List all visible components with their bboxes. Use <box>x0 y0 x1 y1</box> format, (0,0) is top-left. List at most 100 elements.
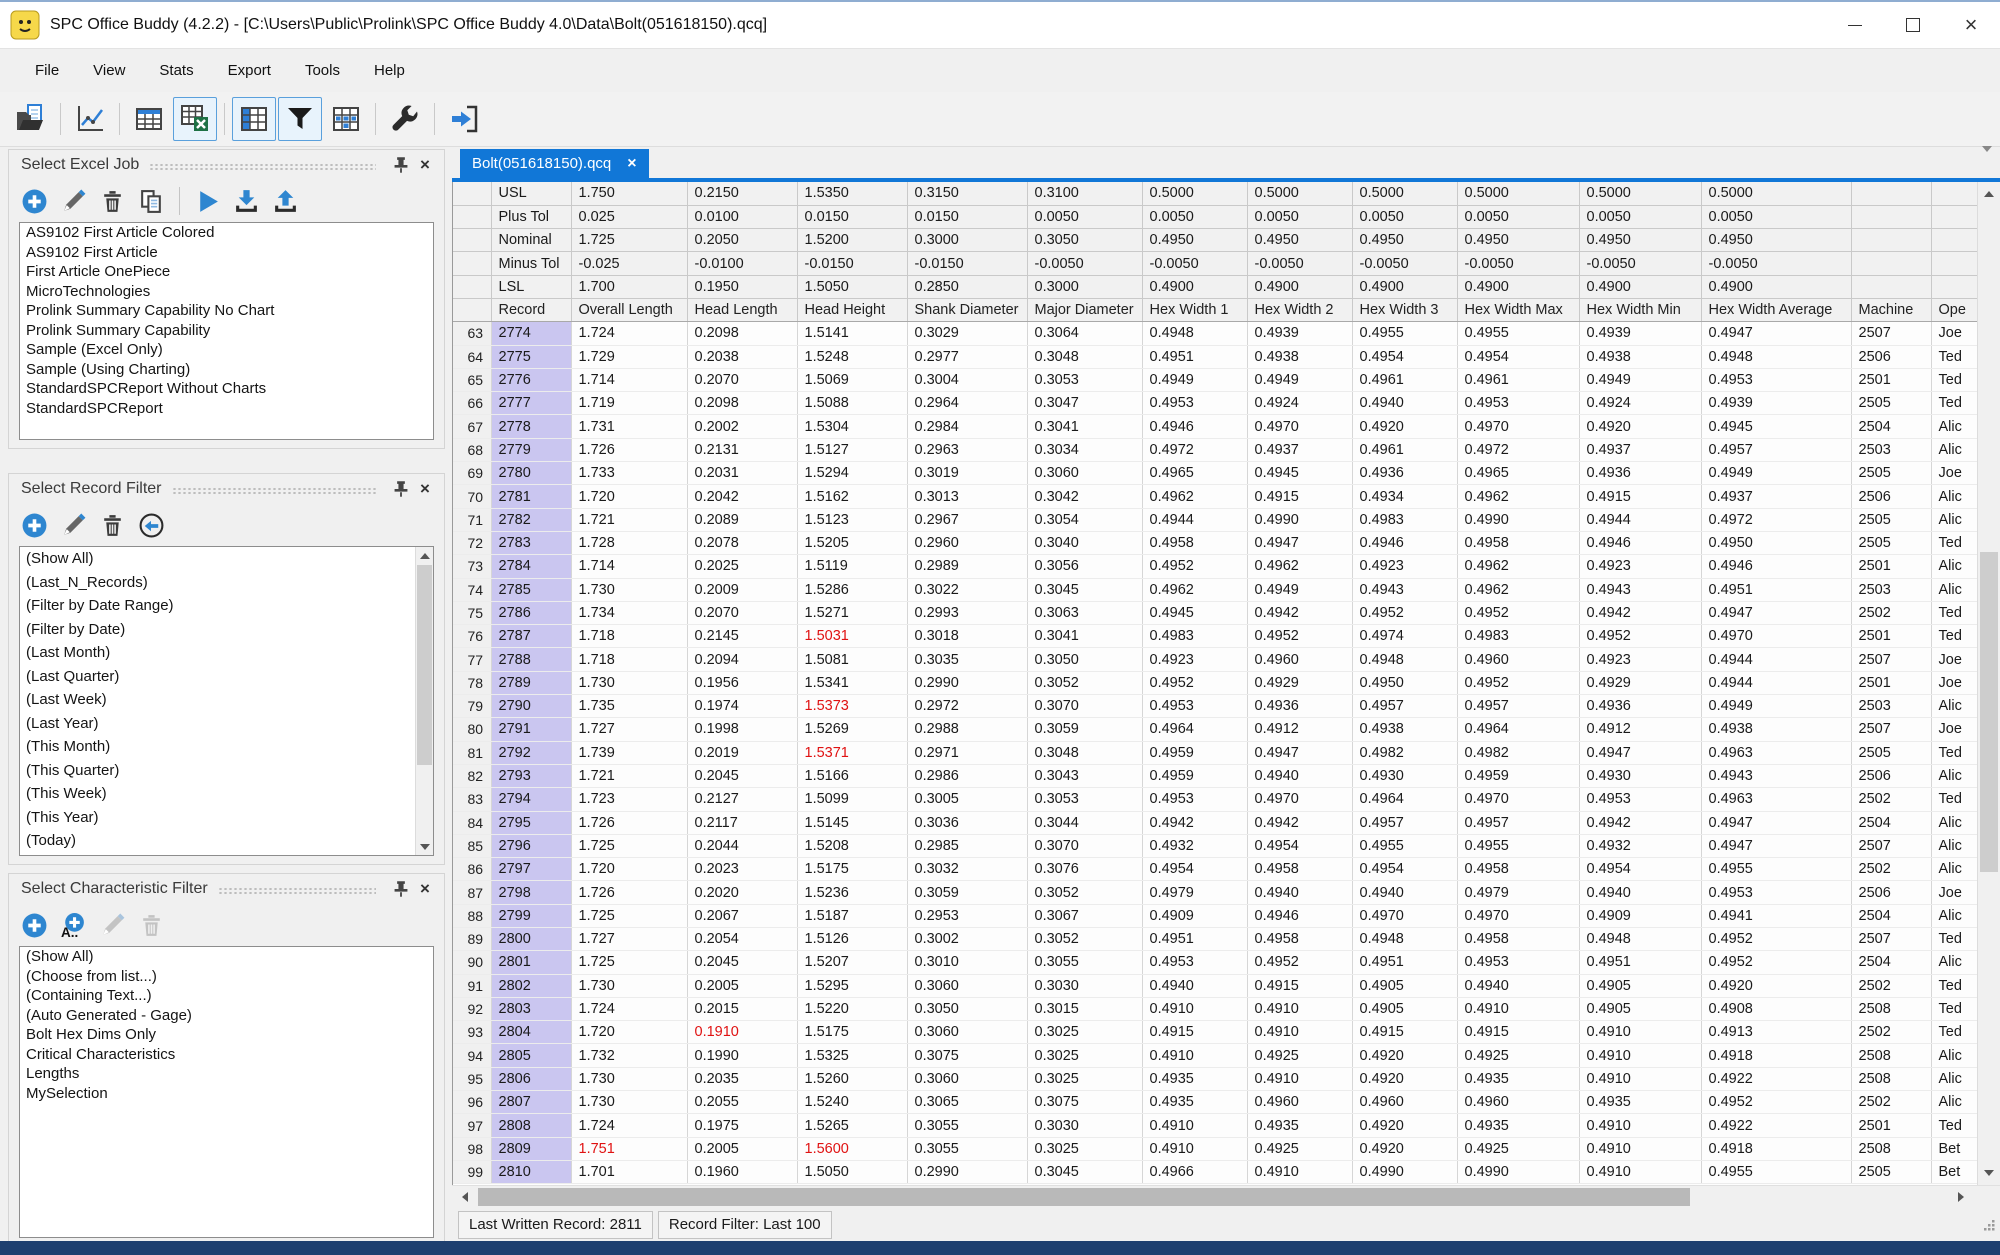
data-cell[interactable]: 0.4940 <box>1247 764 1352 787</box>
data-cell[interactable]: 0.3025 <box>1027 1067 1142 1090</box>
data-cell[interactable]: 0.4990 <box>1457 508 1579 531</box>
data-cell[interactable]: 1.739 <box>571 741 687 764</box>
column-header[interactable]: Hex Width Max <box>1457 298 1579 321</box>
data-cell[interactable]: 0.4935 <box>1579 1091 1701 1114</box>
data-cell[interactable]: 0.2070 <box>687 368 797 391</box>
record-cell[interactable]: 2780 <box>491 462 571 485</box>
data-cell[interactable]: 0.4965 <box>1457 462 1579 485</box>
record-cell[interactable]: 2792 <box>491 741 571 764</box>
record-cell[interactable]: 2801 <box>491 951 571 974</box>
list-item[interactable]: Prolink Summary Capability No Chart <box>20 301 433 321</box>
data-cell[interactable]: 2506 <box>1851 764 1931 787</box>
data-cell[interactable]: 0.4915 <box>1142 1021 1247 1044</box>
data-cell[interactable]: 0.4939 <box>1247 322 1352 345</box>
data-cell[interactable]: 0.2127 <box>687 788 797 811</box>
spec-value[interactable]: 0.2850 <box>907 275 1027 298</box>
data-cell[interactable]: 0.4929 <box>1579 671 1701 694</box>
data-cell[interactable]: 0.4962 <box>1457 485 1579 508</box>
data-cell[interactable]: 0.4960 <box>1352 1091 1457 1114</box>
data-cell[interactable]: 0.4952 <box>1247 625 1352 648</box>
data-cell[interactable]: 0.3042 <box>1027 485 1142 508</box>
list-item[interactable]: Bolt Hex Dims Only <box>20 1025 433 1045</box>
record-cell[interactable]: 2774 <box>491 322 571 345</box>
data-cell[interactable]: 0.4970 <box>1247 788 1352 811</box>
data-cell[interactable]: Alic <box>1931 578 1977 601</box>
list-item[interactable]: (Containing Text...) <box>20 986 433 1006</box>
data-cell[interactable]: 0.4905 <box>1579 974 1701 997</box>
column-header[interactable]: Hex Width 1 <box>1142 298 1247 321</box>
list-item[interactable]: (Last_N_Records) <box>20 571 433 595</box>
list-item[interactable]: StandardSPCReport Without Charts <box>20 379 433 399</box>
data-cell[interactable]: 0.4952 <box>1701 1091 1851 1114</box>
scrollbar-thumb[interactable] <box>1980 552 1998 872</box>
data-cell[interactable]: 0.4944 <box>1701 648 1851 671</box>
data-cell[interactable]: 1.5294 <box>797 462 907 485</box>
data-cell[interactable]: 0.4925 <box>1457 1137 1579 1160</box>
data-cell[interactable]: 0.2977 <box>907 345 1027 368</box>
data-cell[interactable]: 1.701 <box>571 1160 687 1183</box>
column-header[interactable]: Hex Width 3 <box>1352 298 1457 321</box>
data-cell[interactable]: 0.2070 <box>687 601 797 624</box>
data-cell[interactable]: 0.4990 <box>1247 508 1352 531</box>
data-cell[interactable]: 0.2963 <box>907 438 1027 461</box>
data-cell[interactable]: 0.4970 <box>1457 415 1579 438</box>
data-cell[interactable]: 1.725 <box>571 834 687 857</box>
column-header[interactable]: Overall Length <box>571 298 687 321</box>
resize-grip-icon[interactable] <box>1982 1218 1996 1237</box>
data-cell[interactable]: 0.4924 <box>1247 392 1352 415</box>
document-tab[interactable]: Bolt(051618150).qcq × <box>460 149 649 178</box>
data-cell[interactable]: 0.3022 <box>907 578 1027 601</box>
record-cell[interactable]: 2804 <box>491 1021 571 1044</box>
data-cell[interactable]: 0.4970 <box>1457 904 1579 927</box>
data-cell[interactable]: 0.3052 <box>1027 928 1142 951</box>
data-cell[interactable]: 0.4955 <box>1352 834 1457 857</box>
data-cell[interactable]: 0.2009 <box>687 578 797 601</box>
data-cell[interactable]: Alic <box>1931 695 1977 718</box>
data-cell[interactable]: 0.4952 <box>1457 671 1579 694</box>
data-cell[interactable]: 0.3063 <box>1027 601 1142 624</box>
data-cell[interactable]: 1.730 <box>571 1067 687 1090</box>
data-cell[interactable]: 2506 <box>1851 485 1931 508</box>
data-cell[interactable]: 0.4935 <box>1142 1091 1247 1114</box>
data-cell[interactable]: 1.5207 <box>797 951 907 974</box>
data-cell[interactable]: 0.2031 <box>687 462 797 485</box>
data-cell[interactable]: Bet <box>1931 1160 1977 1183</box>
add-job-button[interactable] <box>21 188 48 215</box>
data-cell[interactable]: 2507 <box>1851 928 1931 951</box>
data-cell[interactable]: 0.4953 <box>1142 788 1247 811</box>
data-cell[interactable]: Alic <box>1931 415 1977 438</box>
data-cell[interactable]: 0.3030 <box>1027 974 1142 997</box>
data-cell[interactable]: 0.4922 <box>1701 1067 1851 1090</box>
data-cell[interactable]: 0.4948 <box>1701 345 1851 368</box>
data-cell[interactable]: 1.5341 <box>797 671 907 694</box>
data-cell[interactable]: 0.4957 <box>1352 811 1457 834</box>
data-cell[interactable]: 0.3053 <box>1027 368 1142 391</box>
spec-value[interactable]: 0.4950 <box>1579 229 1701 252</box>
list-item[interactable]: (Last Month) <box>20 641 433 665</box>
data-cell[interactable]: 0.4905 <box>1352 997 1457 1020</box>
vertical-scrollbar[interactable] <box>1977 182 2000 1185</box>
data-cell[interactable]: Ted <box>1931 974 1977 997</box>
data-cell[interactable]: 0.2960 <box>907 531 1027 554</box>
data-cell[interactable]: 0.4943 <box>1352 578 1457 601</box>
delete-characteristic-filter-button-disabled[interactable] <box>138 912 165 939</box>
data-cell[interactable]: 0.3052 <box>1027 671 1142 694</box>
data-cell[interactable]: 0.4954 <box>1247 834 1352 857</box>
data-cell[interactable]: 2507 <box>1851 648 1931 671</box>
data-cell[interactable]: 0.4945 <box>1701 415 1851 438</box>
data-cell[interactable]: 0.2990 <box>907 1160 1027 1183</box>
filter-button[interactable] <box>278 97 322 141</box>
data-cell[interactable]: 0.4963 <box>1701 788 1851 811</box>
data-cell[interactable]: 0.2985 <box>907 834 1027 857</box>
list-item[interactable]: (Show All) <box>20 547 433 571</box>
data-cell[interactable]: 0.4951 <box>1579 951 1701 974</box>
data-cell[interactable]: 0.4982 <box>1352 741 1457 764</box>
data-cell[interactable]: 0.4952 <box>1701 951 1851 974</box>
spec-value[interactable]: -0.0050 <box>1701 252 1851 275</box>
record-cell[interactable]: 2797 <box>491 858 571 881</box>
data-cell[interactable]: 2507 <box>1851 322 1931 345</box>
data-cell[interactable]: 0.4905 <box>1352 974 1457 997</box>
cell-options-button[interactable] <box>324 97 368 141</box>
data-cell[interactable]: 0.4935 <box>1457 1067 1579 1090</box>
data-cell[interactable]: 0.4946 <box>1701 555 1851 578</box>
